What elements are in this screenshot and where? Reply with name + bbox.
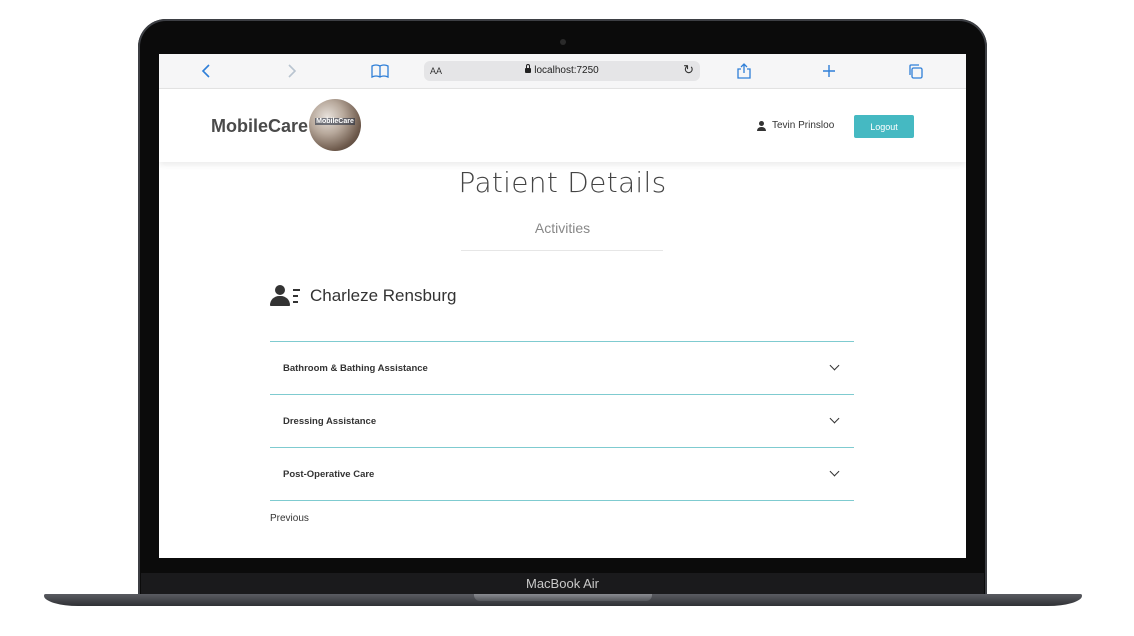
current-user: Tevin Prinsloo [757,120,834,131]
chevron-down-icon[interactable] [829,466,840,477]
bookmarks-icon[interactable] [371,61,389,81]
activity-item[interactable]: Post-Operative Care [270,448,854,501]
laptop-notch [474,594,652,601]
forward-icon[interactable] [287,61,297,81]
address-bar[interactable]: AA localhost:7250 ↻ [424,61,700,81]
logo-text: MobileCare [315,118,355,125]
patient-card-icon [270,285,302,307]
reload-icon[interactable]: ↻ [683,62,694,78]
browser-toolbar: AA localhost:7250 ↻ [159,54,966,89]
brand-name[interactable]: MobileCare [211,116,308,137]
user-name: Tevin Prinsloo [772,120,835,131]
activity-item[interactable]: Bathroom & Bathing Assistance [270,342,854,395]
new-tab-icon[interactable] [822,61,836,81]
tabs-overview-icon[interactable] [908,61,923,81]
logout-button[interactable]: Logout [854,115,914,138]
camera-dot [560,39,566,45]
activity-label: Post-Operative Care [283,468,375,480]
page-subtitle: Activities [534,220,591,236]
screen: AA localhost:7250 ↻ MobileCare MobileCar… [159,54,966,558]
device-model-label: MacBook Air [526,576,599,591]
share-icon[interactable] [737,61,751,81]
patient-header: Charleze Rensburg [270,285,456,307]
brand-logo: MobileCare [309,99,361,151]
app-navbar: MobileCare MobileCare Tevin Prinsloo Log… [159,89,966,162]
chevron-down-icon[interactable] [829,413,840,424]
address-url: localhost:7250 [534,65,599,76]
patient-name: Charleze Rensburg [310,286,457,305]
back-icon[interactable] [201,61,211,81]
chevron-down-icon[interactable] [829,360,840,371]
user-icon [757,120,767,131]
lock-icon [525,64,532,73]
activity-item[interactable]: Dressing Assistance [270,395,854,448]
activity-label: Bathroom & Bathing Assistance [283,362,428,374]
activities-accordion: Bathroom & Bathing Assistance Dressing A… [270,341,854,501]
subtitle-divider [461,250,663,251]
activity-label: Dressing Assistance [283,415,377,427]
previous-link[interactable]: Previous [270,513,309,524]
page-title: Patient Details [458,166,667,199]
